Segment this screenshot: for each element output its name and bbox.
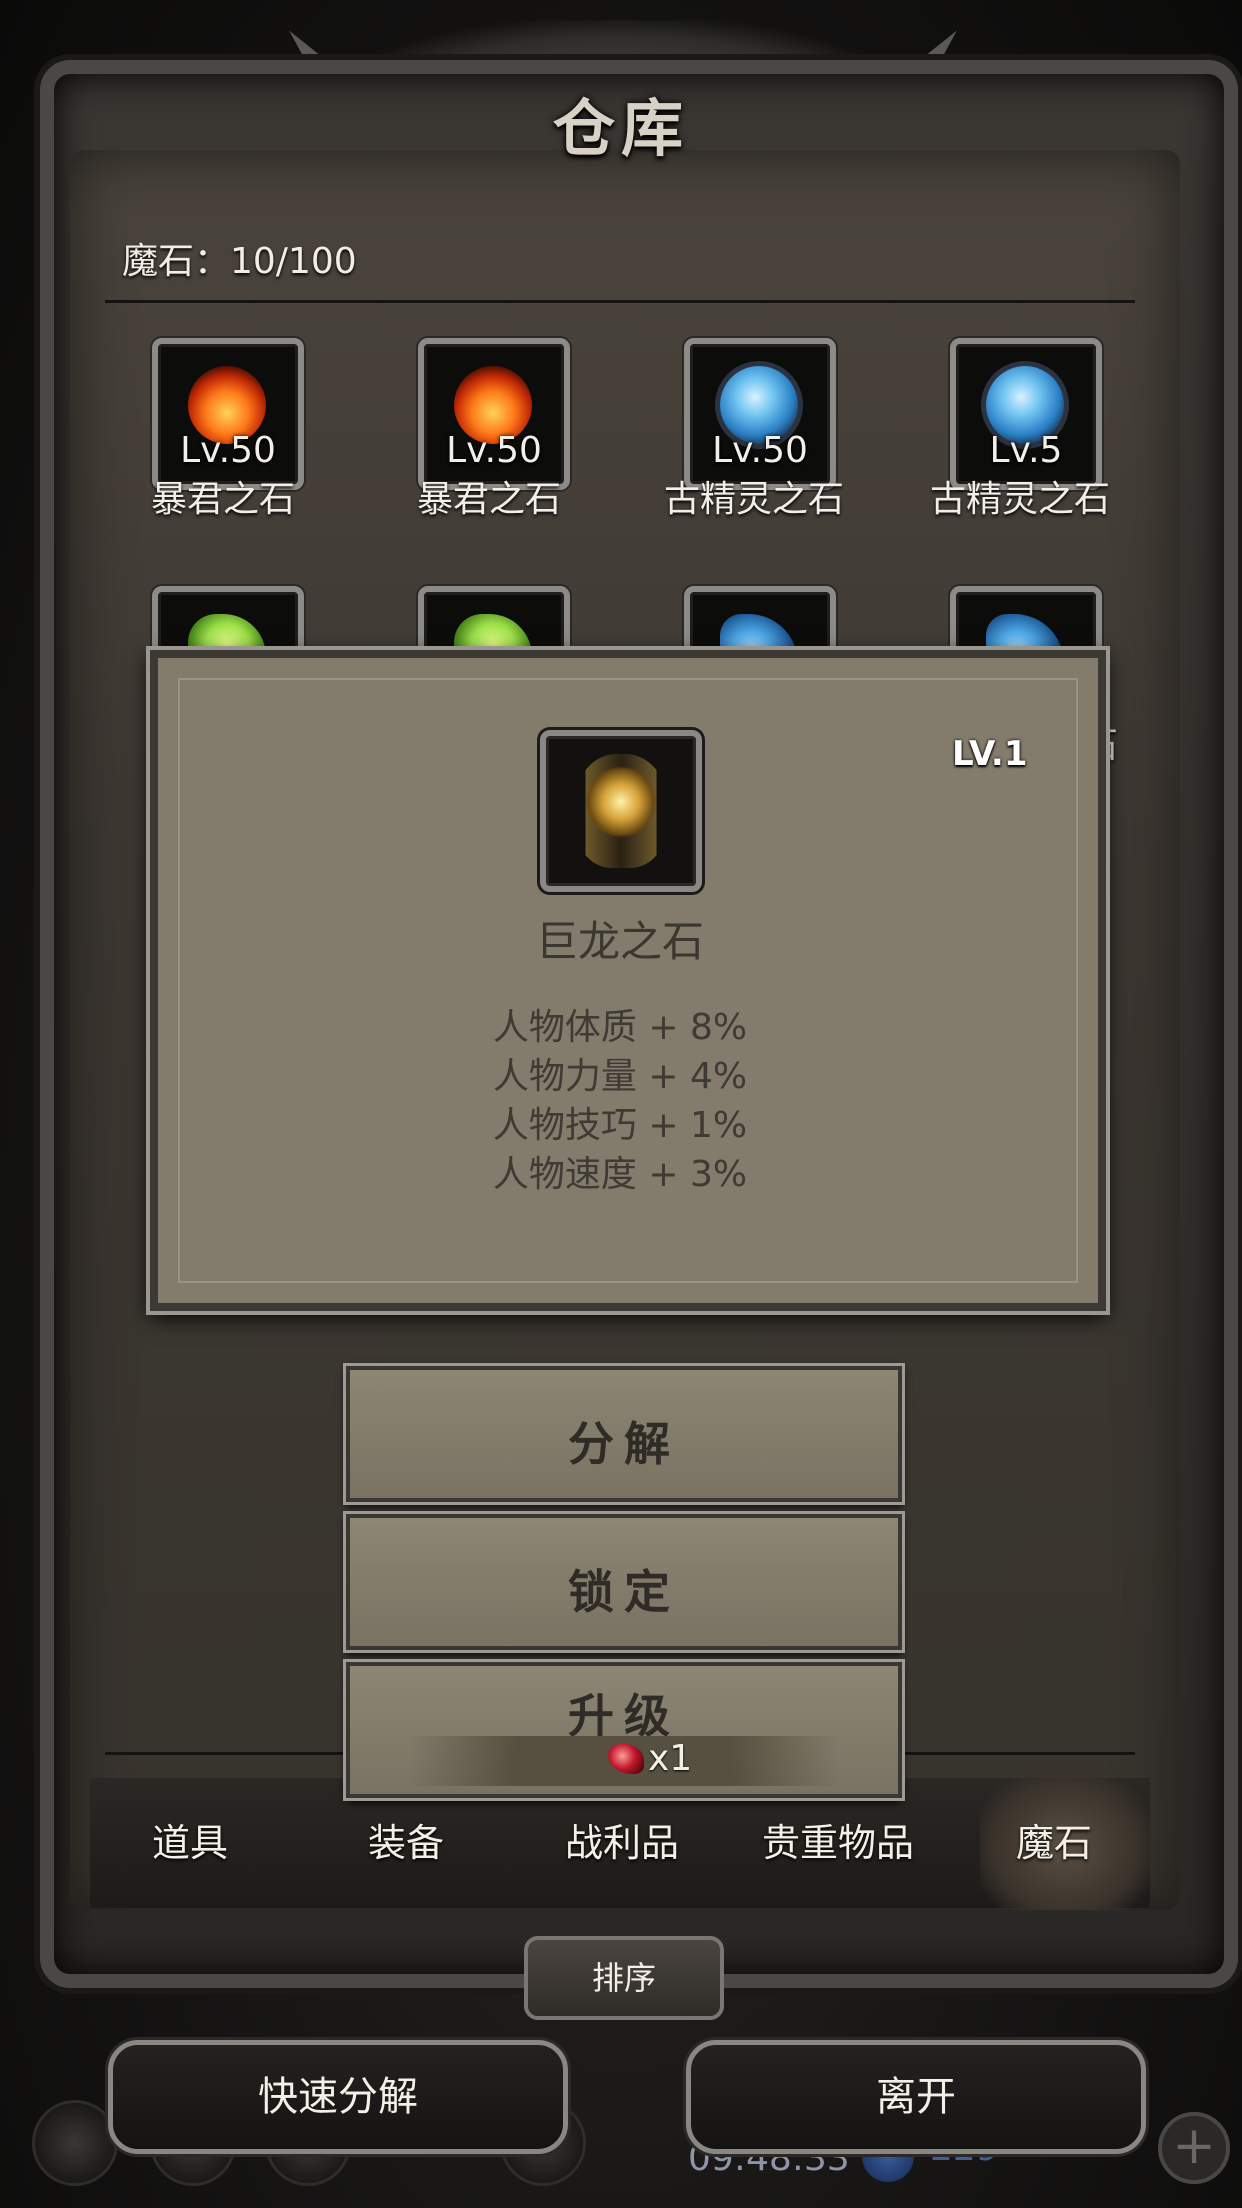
item-level: Lv.50 xyxy=(446,430,542,471)
tab-valuables[interactable]: 贵重物品 xyxy=(738,1812,938,1867)
add-icon: + xyxy=(1158,2112,1230,2184)
popup-stat: 人物技巧 + 1% xyxy=(492,1105,748,1146)
dragon-stone-icon xyxy=(574,754,668,868)
item-name: 古精灵之石 xyxy=(929,479,1110,520)
item-level: Lv.5 xyxy=(989,430,1063,471)
upgrade-button[interactable]: 升级 x1 xyxy=(346,1662,902,1798)
item-slot[interactable]: Lv.5 xyxy=(950,338,1102,490)
item-level: Lv.50 xyxy=(180,430,276,471)
upgrade-cost-bar: x1 xyxy=(410,1736,838,1786)
popup-item-name: 巨龙之石 xyxy=(535,917,704,966)
popup-level: LV.1 xyxy=(952,734,1028,774)
leave-button[interactable]: 离开 xyxy=(686,2040,1146,2154)
lock-button[interactable]: 锁定 xyxy=(346,1514,902,1650)
popup-stat: 人物速度 + 3% xyxy=(492,1154,748,1195)
decompose-button[interactable]: 分解 xyxy=(346,1366,902,1502)
tab-items[interactable]: 道具 xyxy=(90,1812,290,1867)
tab-magic-stones[interactable]: 魔石 xyxy=(954,1812,1154,1867)
settings-gear-icon xyxy=(32,2100,118,2186)
item-name: 暴君之石 xyxy=(150,479,295,520)
decompose-label: 分解 xyxy=(568,1417,680,1471)
item-slot[interactable]: Lv.50 xyxy=(152,338,304,490)
sort-button[interactable]: 排序 xyxy=(524,1936,724,2020)
ruby-icon xyxy=(608,1744,644,1774)
popup-item-slot xyxy=(540,730,702,892)
page-title: 仓库 xyxy=(552,92,689,165)
upgrade-cost: x1 xyxy=(648,1738,693,1779)
lock-label: 锁定 xyxy=(568,1565,680,1619)
tab-equipment[interactable]: 装备 xyxy=(306,1812,506,1867)
item-name: 古精灵之石 xyxy=(663,479,844,520)
item-level: Lv.50 xyxy=(712,430,808,471)
item-slot[interactable]: Lv.50 xyxy=(418,338,570,490)
stone-count: 魔石：10/100 xyxy=(122,241,357,282)
tab-loot[interactable]: 战利品 xyxy=(522,1812,722,1867)
popup-stat: 人物体质 + 8% xyxy=(492,1007,748,1048)
item-name: 暴君之石 xyxy=(416,479,561,520)
quick-decompose-button[interactable]: 快速分解 xyxy=(108,2040,568,2154)
item-slot[interactable]: Lv.50 xyxy=(684,338,836,490)
divider xyxy=(105,300,1135,303)
popup-stat: 人物力量 + 4% xyxy=(492,1056,748,1097)
